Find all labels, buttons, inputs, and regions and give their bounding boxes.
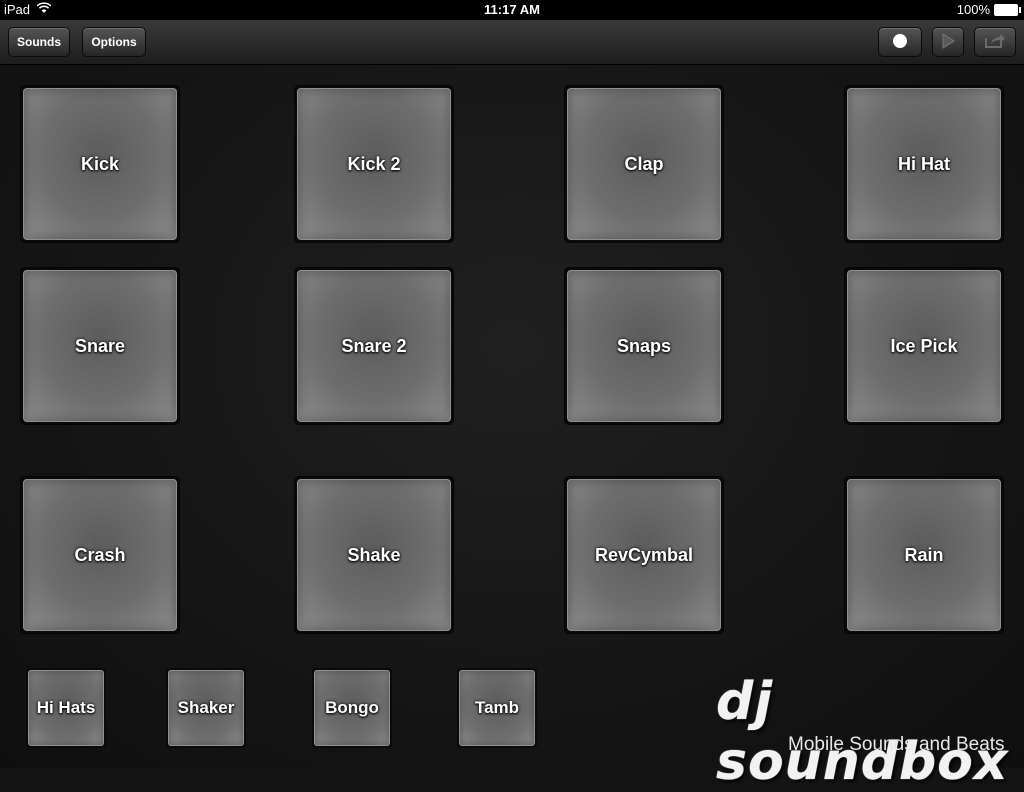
play-button[interactable] — [932, 27, 964, 57]
pad-snare-2[interactable]: Snare 2 — [297, 270, 451, 422]
pad-frame: Snare — [21, 268, 179, 424]
mini-pad-hi-hats[interactable]: Hi Hats — [28, 670, 104, 746]
sounds-button[interactable]: Sounds — [8, 27, 70, 57]
pad-snaps[interactable]: Snaps — [567, 270, 721, 422]
pad-frame: Shake — [295, 477, 453, 633]
mini-pad-tamb[interactable]: Tamb — [459, 670, 535, 746]
play-icon — [941, 32, 955, 52]
pad-frame: Ice Pick — [845, 268, 1003, 424]
status-bar: iPad 11:17 AM 100% — [0, 0, 1024, 20]
battery-percent: 100% — [956, 2, 990, 17]
status-right: 100% — [956, 2, 1021, 17]
pad-hi-hat[interactable]: Hi Hat — [847, 88, 1001, 240]
mini-pad-frame: Tamb — [457, 668, 537, 748]
mini-pad-frame: Hi Hats — [26, 668, 106, 748]
pad-frame: RevCymbal — [565, 477, 723, 633]
status-time: 11:17 AM — [484, 2, 540, 17]
share-button[interactable] — [974, 27, 1016, 57]
app-logo: dj soundbox — [716, 672, 1009, 792]
pad-rain[interactable]: Rain — [847, 479, 1001, 631]
toolbar: Sounds Options — [0, 20, 1024, 65]
pad-kick-2[interactable]: Kick 2 — [297, 88, 451, 240]
mini-pad-frame: Bongo — [312, 668, 392, 748]
pad-clap[interactable]: Clap — [567, 88, 721, 240]
app-tagline: Mobile Sounds and Beats — [788, 734, 1005, 755]
pad-frame: Kick 2 — [295, 86, 453, 242]
pad-revcymbal[interactable]: RevCymbal — [567, 479, 721, 631]
pad-frame: Snaps — [565, 268, 723, 424]
options-button[interactable]: Options — [82, 27, 146, 57]
pad-frame: Hi Hat — [845, 86, 1003, 242]
mini-pad-shaker[interactable]: Shaker — [168, 670, 244, 746]
share-icon — [984, 33, 1006, 52]
pad-frame: Clap — [565, 86, 723, 242]
record-icon — [892, 33, 908, 52]
mini-pad-bongo[interactable]: Bongo — [314, 670, 390, 746]
pad-frame: Rain — [845, 477, 1003, 633]
pad-frame: Kick — [21, 86, 179, 242]
pad-frame: Snare 2 — [295, 268, 453, 424]
pad-kick[interactable]: Kick — [23, 88, 177, 240]
record-button[interactable] — [878, 27, 922, 57]
pad-crash[interactable]: Crash — [23, 479, 177, 631]
pad-frame: Crash — [21, 477, 179, 633]
pad-ice-pick[interactable]: Ice Pick — [847, 270, 1001, 422]
pad-shake[interactable]: Shake — [297, 479, 451, 631]
mini-pad-frame: Shaker — [166, 668, 246, 748]
pad-snare[interactable]: Snare — [23, 270, 177, 422]
battery-icon — [994, 3, 1021, 16]
